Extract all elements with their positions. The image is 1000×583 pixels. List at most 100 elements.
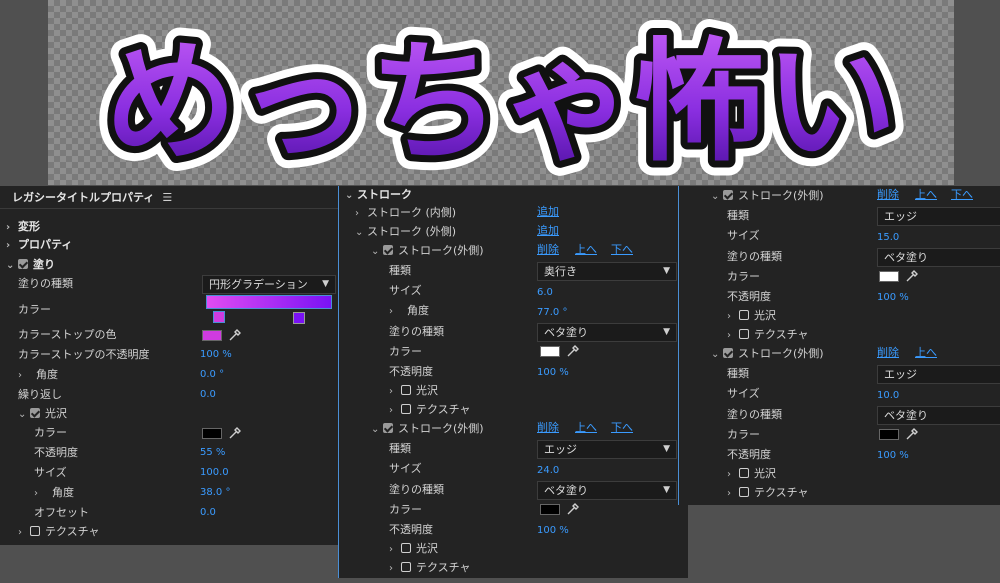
move-down-link[interactable]: 下へ: [611, 419, 633, 437]
stroke-type-select[interactable]: エッジ ▼: [537, 440, 677, 459]
size-value[interactable]: 6.0: [537, 284, 553, 302]
eyedropper-icon[interactable]: [905, 269, 919, 283]
opacity-value[interactable]: 100 %: [537, 364, 569, 382]
move-up-link[interactable]: 上へ: [575, 241, 597, 259]
angle-row[interactable]: › 角度: [389, 302, 429, 320]
gradient-bar[interactable]: [206, 295, 332, 309]
delete-link[interactable]: 削除: [537, 419, 559, 437]
chevron-right-icon[interactable]: ›: [355, 205, 367, 223]
chevron-right-icon[interactable]: ›: [727, 327, 739, 345]
sheen-row[interactable]: › 光沢: [727, 307, 776, 325]
angle-row[interactable]: › 角度: [18, 366, 58, 384]
texture-checkbox[interactable]: [739, 487, 749, 497]
fill-type-select[interactable]: 円形グラデーション ▼: [202, 275, 336, 294]
eyedropper-icon[interactable]: [228, 426, 242, 440]
chevron-down-icon[interactable]: ⌄: [371, 243, 383, 261]
sheen-checkbox[interactable]: [30, 408, 40, 418]
size-value[interactable]: 10.0: [877, 387, 899, 405]
chevron-down-icon[interactable]: ⌄: [355, 224, 367, 242]
fill-section[interactable]: ⌄ 塗り: [6, 256, 55, 274]
transform-section[interactable]: › 変形: [6, 218, 40, 236]
stroke-color-swatch[interactable]: [879, 271, 899, 282]
chevron-down-icon[interactable]: ⌄: [6, 257, 18, 275]
repeat-value[interactable]: 0.0: [200, 386, 216, 404]
sheen-checkbox[interactable]: [401, 385, 411, 395]
chevron-down-icon[interactable]: ⌄: [711, 188, 723, 206]
chevron-right-icon[interactable]: ›: [389, 541, 401, 559]
move-down-link[interactable]: 下へ: [951, 186, 973, 204]
angle-value[interactable]: 77.0 °: [537, 304, 567, 322]
texture-checkbox[interactable]: [30, 526, 40, 536]
size-value[interactable]: 24.0: [537, 462, 559, 480]
properties-section[interactable]: › プロパティ: [6, 236, 72, 254]
sheen-checkbox[interactable]: [739, 310, 749, 320]
outer-stroke-3-header[interactable]: ⌄ ストローク(外側): [711, 187, 824, 205]
chevron-right-icon[interactable]: ›: [389, 560, 401, 578]
chevron-right-icon[interactable]: ›: [6, 237, 18, 255]
eyedropper-icon[interactable]: [228, 328, 242, 342]
outer-stroke-2-checkbox[interactable]: [383, 423, 393, 433]
stroke-color-swatch[interactable]: [879, 429, 899, 440]
fill-type-select[interactable]: ベタ塗り: [877, 248, 1000, 267]
move-up-link[interactable]: 上へ: [915, 344, 937, 362]
chevron-right-icon[interactable]: ›: [389, 402, 401, 420]
eyedropper-icon[interactable]: [566, 344, 580, 358]
outer-stroke-2-header[interactable]: ⌄ ストローク(外側): [371, 420, 484, 438]
sheen-row[interactable]: › 光沢: [389, 540, 438, 558]
chevron-right-icon[interactable]: ›: [389, 383, 401, 401]
sheen-size-value[interactable]: 100.0: [200, 464, 229, 482]
outer-stroke-1-checkbox[interactable]: [383, 245, 393, 255]
stroke-type-select[interactable]: エッジ: [877, 365, 1000, 384]
delete-link[interactable]: 削除: [877, 344, 899, 362]
stroke-color-swatch[interactable]: [540, 504, 560, 515]
chevron-right-icon[interactable]: ›: [389, 303, 401, 321]
stroke-type-select[interactable]: エッジ: [877, 207, 1000, 226]
eyedropper-icon[interactable]: [905, 427, 919, 441]
delete-link[interactable]: 削除: [537, 241, 559, 259]
move-up-link[interactable]: 上へ: [575, 419, 597, 437]
add-outer-stroke-link[interactable]: 追加: [537, 222, 559, 240]
sheen-row[interactable]: › 光沢: [727, 465, 776, 483]
chevron-right-icon[interactable]: ›: [6, 219, 18, 237]
texture-row[interactable]: › テクスチャ: [727, 484, 809, 502]
sheen-section[interactable]: ⌄ 光沢: [18, 405, 67, 423]
chevron-down-icon[interactable]: ⌄: [18, 406, 30, 424]
stroke-color-swatch[interactable]: [540, 346, 560, 357]
fill-type-select[interactable]: ベタ塗り ▼: [537, 481, 677, 500]
angle-value[interactable]: 0.0 °: [200, 366, 224, 384]
stop-color-swatch[interactable]: [202, 330, 222, 341]
fill-checkbox[interactable]: [18, 259, 28, 269]
outer-stroke-row[interactable]: ⌄ ストローク (外側): [355, 223, 456, 241]
chevron-right-icon[interactable]: ›: [727, 485, 739, 503]
texture-row[interactable]: › テクスチャ: [727, 326, 809, 344]
eyedropper-icon[interactable]: [566, 502, 580, 516]
texture-checkbox[interactable]: [739, 329, 749, 339]
chevron-right-icon[interactable]: ›: [727, 308, 739, 326]
sheen-angle-value[interactable]: 38.0 °: [200, 484, 230, 502]
outer-stroke-1-header[interactable]: ⌄ ストローク(外側): [371, 242, 484, 260]
sheen-color-swatch[interactable]: [202, 428, 222, 439]
texture-section[interactable]: › テクスチャ: [18, 523, 100, 541]
opacity-value[interactable]: 100 %: [877, 447, 909, 465]
move-down-link[interactable]: 下へ: [611, 241, 633, 259]
chevron-right-icon[interactable]: ›: [18, 367, 30, 385]
sheen-checkbox[interactable]: [401, 543, 411, 553]
chevron-down-icon[interactable]: ⌄: [345, 187, 357, 205]
opacity-value[interactable]: 100 %: [877, 289, 909, 307]
panel-menu-icon[interactable]: ☰: [162, 189, 172, 207]
texture-checkbox[interactable]: [401, 562, 411, 572]
opacity-value[interactable]: 100 %: [537, 522, 569, 540]
chevron-right-icon[interactable]: ›: [18, 524, 30, 542]
chevron-right-icon[interactable]: ›: [727, 466, 739, 484]
add-inner-stroke-link[interactable]: 追加: [537, 203, 559, 221]
inner-stroke-row[interactable]: › ストローク (内側): [355, 204, 456, 222]
sheen-opacity-value[interactable]: 55 %: [200, 444, 225, 462]
stroke-type-select[interactable]: 奥行き ▼: [537, 262, 677, 281]
size-value[interactable]: 15.0: [877, 229, 899, 247]
chevron-right-icon[interactable]: ›: [34, 485, 46, 503]
outer-stroke-4-checkbox[interactable]: [723, 348, 733, 358]
texture-row[interactable]: › テクスチャ: [389, 401, 471, 419]
chevron-down-icon[interactable]: ⌄: [711, 346, 723, 364]
texture-checkbox[interactable]: [401, 404, 411, 414]
chevron-down-icon[interactable]: ⌄: [371, 421, 383, 439]
